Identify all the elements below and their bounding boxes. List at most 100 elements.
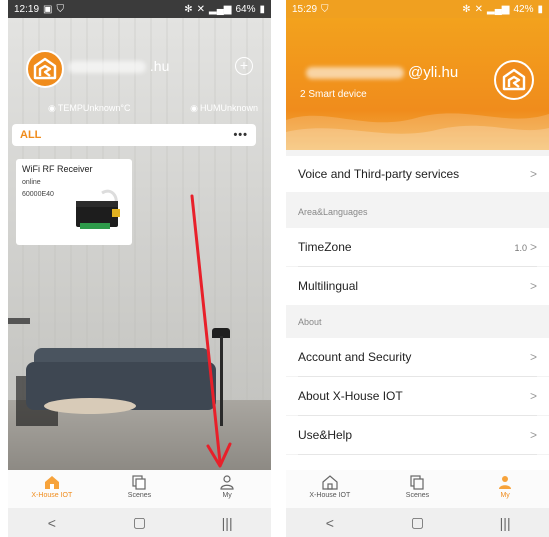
- shield-notification-icon: ⛉: [56, 3, 64, 15]
- user-icon: [220, 475, 234, 490]
- tab-label: X-House IOT: [309, 492, 351, 499]
- username-suffix: .hu: [149, 58, 170, 74]
- tab-bar: X-House IOT Scenes My: [8, 470, 271, 508]
- username-redacted: [306, 67, 404, 80]
- tab-scenes[interactable]: Scenes: [104, 474, 174, 499]
- signal-icon: ▂▄▆: [209, 3, 232, 15]
- timezone-value: 1.0: [514, 243, 527, 253]
- nav-recent-icon[interactable]: |||: [197, 515, 257, 531]
- bluetooth-icon: ✻: [462, 3, 471, 15]
- nav-recent-icon[interactable]: |||: [475, 515, 535, 531]
- humidity-reading: ◉ HUMUnknown: [190, 103, 258, 114]
- xhouse-logo-icon: [33, 57, 57, 80]
- temperature-text: TEMPUnknown°C: [57, 103, 131, 113]
- status-bar: 15:29 ⛉ ✻ ✕ ▂▄▆ 42% ▮: [286, 0, 549, 18]
- menu-label: Voice and Third-party services: [298, 167, 460, 181]
- bluetooth-icon: ✻: [184, 3, 193, 15]
- menu-item-partial: [286, 455, 549, 470]
- nav-back-icon[interactable]: <: [22, 515, 82, 531]
- menu-use-help[interactable]: Use&Help >: [286, 416, 549, 454]
- status-time: 15:29: [292, 3, 318, 15]
- tab-xhouse-iot[interactable]: X-House IOT: [17, 474, 87, 499]
- shield-notification-icon: ⛉: [321, 3, 329, 15]
- lamp-pole: [220, 336, 223, 426]
- wall-pipe: [8, 318, 30, 324]
- profile-header: @yli.hu 2 Smart device: [286, 18, 549, 150]
- scenes-icon: [132, 475, 147, 490]
- device-card[interactable]: WiFi RF Receiver online 60000E40: [16, 159, 132, 245]
- chevron-right-icon: >: [529, 350, 537, 364]
- battery-level: 42%: [513, 3, 534, 15]
- device-name: WiFi RF Receiver: [22, 164, 93, 174]
- right-phone-screen: 15:29 ⛉ ✻ ✕ ▂▄▆ 42% ▮ @yli.hu 2 Smart de…: [286, 0, 549, 537]
- menu-voice-services[interactable]: Voice and Third-party services >: [286, 156, 549, 192]
- home-icon: [322, 475, 338, 490]
- chevron-right-icon: >: [529, 428, 537, 442]
- status-time: 12:19: [14, 3, 40, 15]
- tab-label: Scenes: [127, 492, 152, 499]
- menu-multilingual[interactable]: Multilingual >: [286, 267, 549, 305]
- humidity-icon: ◉: [190, 103, 198, 113]
- sensor-row: ◉ TEMPUnknown°C ◉ HUMUnknown: [48, 103, 258, 114]
- menu-label: Account and Security: [298, 350, 412, 364]
- username-redacted: [68, 61, 146, 74]
- group-bar: ALL •••: [12, 124, 256, 146]
- more-options-icon[interactable]: •••: [233, 129, 248, 141]
- tab-label: Scenes: [405, 492, 430, 499]
- thermometer-icon: ◉: [48, 103, 56, 113]
- mute-icon: ✕: [474, 3, 483, 15]
- scenes-icon: [410, 475, 425, 490]
- menu-account-security[interactable]: Account and Security >: [286, 338, 549, 376]
- rf-receiver-device-image: [76, 189, 120, 229]
- menu-label: TimeZone: [298, 240, 352, 254]
- system-nav-bar: < ▢ |||: [286, 508, 549, 537]
- chevron-right-icon: >: [529, 240, 537, 254]
- nav-home-icon[interactable]: ▢: [387, 514, 447, 531]
- temperature-reading: ◉ TEMPUnknown°C: [48, 103, 130, 114]
- tab-xhouse-iot[interactable]: X-House IOT: [295, 474, 365, 499]
- username: .hu: [68, 58, 169, 74]
- home-icon: [44, 476, 59, 489]
- menu-about-xhouse[interactable]: About X-House IOT >: [286, 377, 549, 415]
- section-area-languages: Area&Languages: [298, 207, 368, 217]
- mute-icon: ✕: [196, 3, 205, 15]
- tab-label: My: [500, 492, 510, 499]
- gallery-notification-icon: ▣: [43, 3, 53, 15]
- avatar[interactable]: [494, 60, 534, 100]
- section-about: About: [298, 317, 322, 327]
- tab-label: My: [222, 492, 232, 499]
- xhouse-logo-icon: [502, 68, 526, 91]
- chevron-right-icon: >: [529, 167, 537, 181]
- signal-icon: ▂▄▆: [487, 3, 510, 15]
- tab-my[interactable]: My: [470, 474, 540, 499]
- tab-bar: X-House IOT Scenes My: [286, 470, 549, 508]
- coffee-table: [44, 398, 136, 414]
- system-nav-bar: < ▢ |||: [8, 508, 271, 537]
- left-phone-screen: 12:19 ▣ ⛉ ✻ ✕ ▂▄▆ 64% ▮ .hu + ◉ TEMPUnkno…: [8, 0, 271, 537]
- device-count: 2 Smart device: [300, 89, 367, 100]
- username: @yli.hu: [306, 64, 458, 81]
- tab-scenes[interactable]: Scenes: [382, 474, 452, 499]
- menu-label: Use&Help: [298, 428, 353, 442]
- chevron-right-icon: >: [529, 389, 537, 403]
- avatar[interactable]: [26, 50, 64, 88]
- user-icon: [499, 476, 512, 489]
- status-bar: 12:19 ▣ ⛉ ✻ ✕ ▂▄▆ 64% ▮: [8, 0, 271, 18]
- menu-label: About X-House IOT: [298, 389, 403, 403]
- header-wave: [286, 113, 549, 150]
- tab-label: X-House IOT: [31, 492, 73, 499]
- battery-icon: ▮: [537, 3, 543, 15]
- menu-timezone[interactable]: TimeZone 1.0 >: [286, 228, 549, 266]
- username-handle: @yli.hu: [408, 64, 459, 81]
- humidity-text: HUMUnknown: [199, 103, 258, 113]
- device-status: online: [22, 179, 41, 186]
- battery-level: 64%: [235, 3, 256, 15]
- nav-home-icon[interactable]: ▢: [109, 514, 169, 531]
- tab-my[interactable]: My: [192, 474, 262, 499]
- nav-back-icon[interactable]: <: [300, 515, 360, 531]
- battery-icon: ▮: [259, 3, 265, 15]
- add-device-icon[interactable]: +: [235, 57, 253, 75]
- menu-label: Multilingual: [298, 279, 359, 293]
- group-all-tab[interactable]: ALL: [20, 129, 41, 141]
- chevron-right-icon: >: [529, 279, 537, 293]
